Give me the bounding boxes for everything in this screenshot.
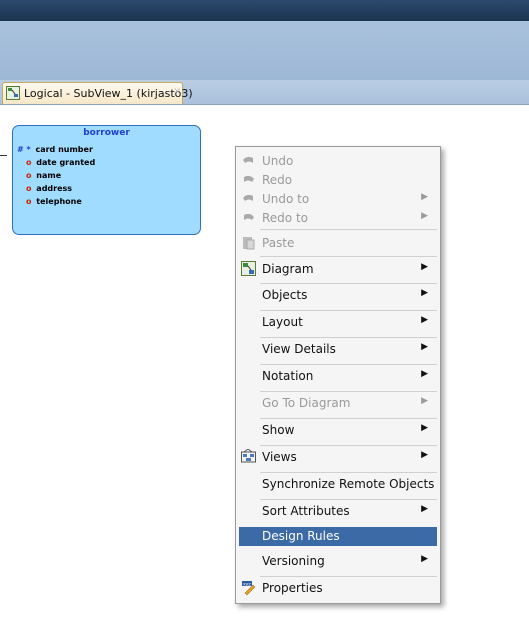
- attribute-name: name: [36, 171, 62, 180]
- tab-label: Logical - SubView_1 (kirjasto3): [24, 87, 193, 100]
- redo-icon: [244, 213, 254, 220]
- tab-close-icon[interactable]: ×: [173, 86, 181, 97]
- primary-key-marker: # *: [17, 145, 31, 154]
- menu-item-views[interactable]: Views ▶: [239, 446, 437, 472]
- menu-item-layout[interactable]: Layout ▶: [239, 311, 437, 337]
- menu-item-redo-to[interactable]: Redo to ▶: [239, 207, 437, 226]
- attribute-name: address: [36, 184, 73, 193]
- attribute-name: telephone: [36, 197, 82, 206]
- attribute-row: o telephone: [26, 197, 82, 206]
- optional-marker: o: [26, 184, 32, 193]
- menu-item-objects[interactable]: Objects ▶: [239, 284, 437, 310]
- menu-divider: [260, 229, 437, 230]
- editor-tab-strip: Logical - SubView_1 (kirjasto3) ×: [0, 80, 529, 105]
- submenu-arrow-icon: ▶: [421, 396, 428, 406]
- menu-item-versioning[interactable]: Versioning ▶: [239, 550, 437, 576]
- attribute-name: date granted: [36, 158, 96, 167]
- relationship-line[interactable]: [0, 155, 7, 156]
- redo-icon: [244, 175, 254, 182]
- toolbar-area: [0, 21, 529, 80]
- properties-icon: xyz: [242, 581, 256, 595]
- menu-item-go-to-diagram[interactable]: Go To Diagram ▶: [239, 392, 437, 418]
- submenu-arrow-icon: ▶: [421, 504, 428, 514]
- attribute-row: o date granted: [26, 158, 95, 167]
- menu-item-view-details[interactable]: View Details ▶: [239, 338, 437, 364]
- window-title-bar: [0, 0, 529, 21]
- attribute-name: card number: [35, 145, 93, 154]
- menu-item-redo[interactable]: Redo: [239, 169, 437, 188]
- menu-item-sort-attributes[interactable]: Sort Attributes ▶: [239, 500, 437, 526]
- submenu-arrow-icon: ▶: [421, 450, 428, 460]
- submenu-arrow-icon: ▶: [421, 554, 428, 564]
- submenu-arrow-icon: ▶: [421, 315, 428, 325]
- diagram-icon: [6, 86, 20, 100]
- optional-marker: o: [26, 171, 32, 180]
- attribute-row: # * card number: [17, 145, 93, 154]
- views-icon: [241, 449, 256, 463]
- attribute-row: o address: [26, 184, 72, 193]
- submenu-arrow-icon: ▶: [421, 288, 428, 298]
- menu-item-undo[interactable]: Undo: [239, 150, 437, 169]
- entity-title: borrower: [83, 128, 130, 138]
- submenu-arrow-icon: ▶: [421, 262, 428, 272]
- svg-text:xyz: xyz: [243, 583, 251, 588]
- menu-item-properties[interactable]: xyz Properties: [239, 577, 437, 602]
- submenu-arrow-icon: ▶: [421, 423, 428, 433]
- tab-logical-subview[interactable]: Logical - SubView_1 (kirjasto3) ×: [2, 82, 193, 104]
- menu-item-undo-to[interactable]: Undo to ▶: [239, 188, 437, 207]
- menu-divider: [260, 256, 437, 257]
- attribute-row: o name: [26, 171, 61, 180]
- undo-icon: [243, 156, 253, 163]
- menu-item-paste[interactable]: Paste: [239, 232, 437, 255]
- submenu-arrow-icon: ▶: [421, 211, 428, 221]
- diagram-icon: [241, 261, 256, 276]
- menu-item-diagram[interactable]: Diagram ▶: [239, 258, 437, 283]
- menu-item-notation[interactable]: Notation ▶: [239, 365, 437, 391]
- submenu-arrow-icon: ▶: [421, 342, 428, 352]
- menu-item-synchronize-remote-objects[interactable]: Synchronize Remote Objects: [239, 473, 437, 499]
- optional-marker: o: [26, 158, 32, 167]
- optional-marker: o: [26, 197, 32, 206]
- submenu-arrow-icon: ▶: [421, 369, 428, 379]
- context-menu: Undo Redo Undo to ▶ Redo to ▶ Paste Diag…: [235, 146, 441, 604]
- submenu-arrow-icon: ▶: [421, 192, 428, 202]
- undo-icon: [243, 194, 253, 201]
- entity-borrower[interactable]: borrower # * card number o date granted …: [12, 125, 201, 235]
- menu-item-show[interactable]: Show ▶: [239, 419, 437, 445]
- menu-item-design-rules[interactable]: Design Rules: [239, 527, 437, 546]
- paste-icon: [243, 237, 255, 250]
